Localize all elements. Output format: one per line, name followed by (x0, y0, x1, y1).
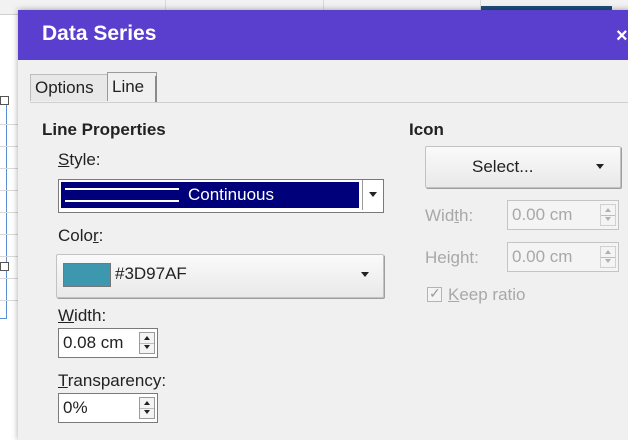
spin-buttons[interactable] (139, 397, 155, 419)
transparency-label: Transparency: (58, 371, 167, 390)
chevron-down-icon (361, 272, 369, 277)
line-style-sample (65, 188, 179, 202)
arrow-down-icon (144, 345, 150, 349)
arrow-up-icon (144, 401, 150, 405)
tab-options[interactable]: Options (30, 74, 110, 101)
selection-handle[interactable] (0, 262, 9, 271)
chevron-down-icon (596, 164, 604, 169)
tab-underline (30, 102, 628, 103)
line-width-value: 0.08 cm (63, 333, 124, 352)
style-value: Continuous (188, 185, 275, 204)
style-label: Style: (58, 150, 101, 169)
arrow-down-icon (144, 410, 150, 414)
grid-line (0, 278, 20, 279)
icon-width-label: Width: (425, 206, 474, 225)
keep-ratio-checkbox[interactable]: ✓ (427, 285, 442, 302)
icon-heading: Icon (409, 120, 444, 139)
color-value: #3D97AF (115, 264, 187, 283)
spin-buttons[interactable] (139, 332, 155, 354)
tab-divider (155, 76, 157, 102)
icon-select-button[interactable]: Select... (425, 146, 621, 188)
style-dropdown-button[interactable] (362, 180, 383, 210)
grid-line (0, 168, 20, 169)
spin-buttons[interactable] (600, 204, 616, 226)
line-width-spinner[interactable]: 0.08 cm (58, 328, 158, 358)
close-icon[interactable]: × (616, 25, 628, 48)
color-label: Color: (58, 226, 104, 245)
color-dropdown[interactable]: #3D97AF (56, 254, 384, 298)
transparency-spinner[interactable]: 0% (58, 393, 158, 423)
grid-line (0, 212, 20, 213)
icon-width-value: 0.00 cm (512, 205, 573, 224)
checkmark-icon: ✓ (429, 285, 441, 301)
decrement-button[interactable] (140, 343, 154, 353)
width-label: Width: (58, 306, 107, 325)
chevron-down-icon (369, 192, 377, 197)
keep-ratio-label: Keep ratio (448, 285, 526, 304)
line-properties-heading: Line Properties (42, 120, 166, 139)
chart-selection-border (0, 103, 7, 319)
arrow-up-icon (144, 336, 150, 340)
selection-handle[interactable] (0, 96, 9, 105)
style-selected-item: Continuous (61, 182, 359, 208)
grid-line (0, 124, 20, 125)
tab-line[interactable]: Line (107, 72, 157, 101)
grid-line (0, 256, 20, 257)
icon-height-spinner[interactable]: 0.00 cm (507, 242, 619, 272)
decrement-button[interactable] (601, 257, 615, 267)
style-dropdown[interactable]: Continuous (58, 179, 384, 213)
decrement-button[interactable] (601, 215, 615, 225)
icon-width-spinner[interactable]: 0.00 cm (507, 200, 619, 230)
grid-line (0, 146, 20, 147)
spin-buttons[interactable] (600, 246, 616, 268)
grid-line (0, 234, 20, 235)
arrow-up-icon (605, 250, 611, 254)
style-label-rest: tyle: (69, 150, 101, 169)
dialog-title: Data Series (42, 22, 157, 45)
icon-height-value: 0.00 cm (512, 247, 573, 266)
dialog-titlebar[interactable]: Data Series × (18, 10, 628, 60)
arrow-up-icon (605, 208, 611, 212)
color-swatch (63, 263, 111, 287)
select-label: Select... (472, 157, 534, 176)
arrow-down-icon (605, 217, 611, 221)
grid-line (0, 190, 20, 191)
grid-line (0, 300, 20, 301)
data-series-dialog: Data Series × Options Line Line Properti… (18, 10, 628, 440)
arrow-down-icon (605, 259, 611, 263)
transparency-value: 0% (63, 398, 88, 417)
icon-height-label: Height: (425, 248, 479, 267)
decrement-button[interactable] (140, 408, 154, 418)
